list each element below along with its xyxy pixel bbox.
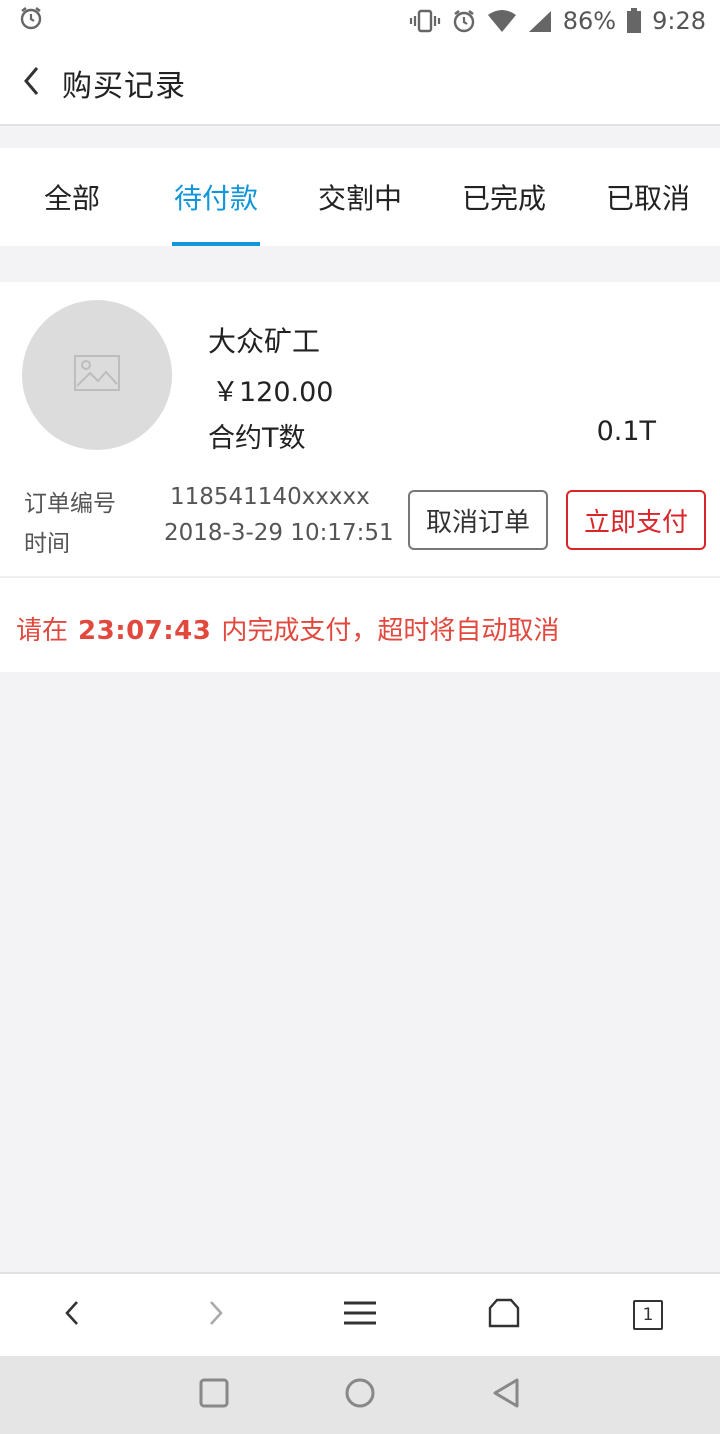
tab-pending-payment[interactable]: 待付款 <box>144 148 288 246</box>
browser-forward-button[interactable] <box>176 1273 256 1357</box>
back-button[interactable] <box>0 41 62 125</box>
tabs-icon: 1 <box>633 1300 663 1330</box>
alarm-icon <box>18 5 44 37</box>
countdown-time: 23:07:43 <box>78 616 212 646</box>
order-card: 大众矿工 ￥120.00 合约T数 0.1T 订单编号 118541140xxx… <box>0 282 720 672</box>
browser-back-button[interactable] <box>32 1273 112 1357</box>
countdown-prefix: 请在 <box>16 616 69 646</box>
tab-cancelled[interactable]: 已取消 <box>576 148 720 246</box>
spec-label: 合约T数 <box>208 423 306 454</box>
browser-tabs-button[interactable]: 1 <box>608 1273 688 1357</box>
browser-home-button[interactable] <box>464 1273 544 1357</box>
cancel-order-button[interactable]: 取消订单 <box>408 490 548 550</box>
chevron-left-icon <box>21 65 41 101</box>
chevron-right-icon <box>208 1300 224 1330</box>
order-time-label: 时间 <box>24 531 70 557</box>
image-placeholder-icon <box>74 355 120 395</box>
browser-menu-button[interactable] <box>320 1273 400 1357</box>
order-number: 118541140xxxxx <box>170 484 370 510</box>
product-name: 大众矿工 <box>208 325 321 358</box>
tab-delivering[interactable]: 交割中 <box>288 148 432 246</box>
payment-countdown: 请在 23:07:43 内完成支付，超时将自动取消 <box>16 610 559 647</box>
vibrate-icon <box>409 8 441 34</box>
order-time: 2018-3-29 10:17:51 <box>164 520 394 546</box>
chevron-left-icon <box>64 1300 80 1330</box>
circle-icon <box>344 1377 376 1413</box>
app-header: 购买记录 <box>0 42 720 126</box>
square-icon <box>199 1378 229 1412</box>
clock-time: 9:28 <box>652 7 706 35</box>
page-title: 购买记录 <box>62 69 186 104</box>
browser-toolbar: 1 <box>0 1272 720 1356</box>
pay-now-button[interactable]: 立即支付 <box>566 490 706 550</box>
recent-apps-button[interactable] <box>141 1356 287 1434</box>
signal-icon <box>527 9 553 33</box>
divider <box>0 576 720 578</box>
battery-icon <box>626 8 642 34</box>
product-image <box>22 300 172 450</box>
tab-all[interactable]: 全部 <box>0 148 144 246</box>
countdown-suffix: 内完成支付，超时将自动取消 <box>221 616 560 646</box>
menu-icon <box>343 1300 377 1330</box>
status-bar: 86% 9:28 <box>0 0 720 42</box>
alarm-icon <box>451 8 477 34</box>
battery-level: 86% <box>562 7 617 35</box>
order-number-label: 订单编号 <box>24 491 116 517</box>
status-tabs: 全部 待付款 交割中 已完成 已取消 <box>0 148 720 246</box>
home-icon <box>488 1298 520 1332</box>
wifi-icon <box>487 9 517 33</box>
spec-value: 0.1T <box>596 416 656 447</box>
system-nav-bar <box>0 1356 720 1434</box>
system-back-button[interactable] <box>433 1356 579 1434</box>
tab-completed[interactable]: 已完成 <box>432 148 576 246</box>
tab-count: 1 <box>642 1304 654 1325</box>
system-home-button[interactable] <box>287 1356 433 1434</box>
product-price: ￥120.00 <box>212 377 334 408</box>
triangle-back-icon <box>491 1377 521 1413</box>
